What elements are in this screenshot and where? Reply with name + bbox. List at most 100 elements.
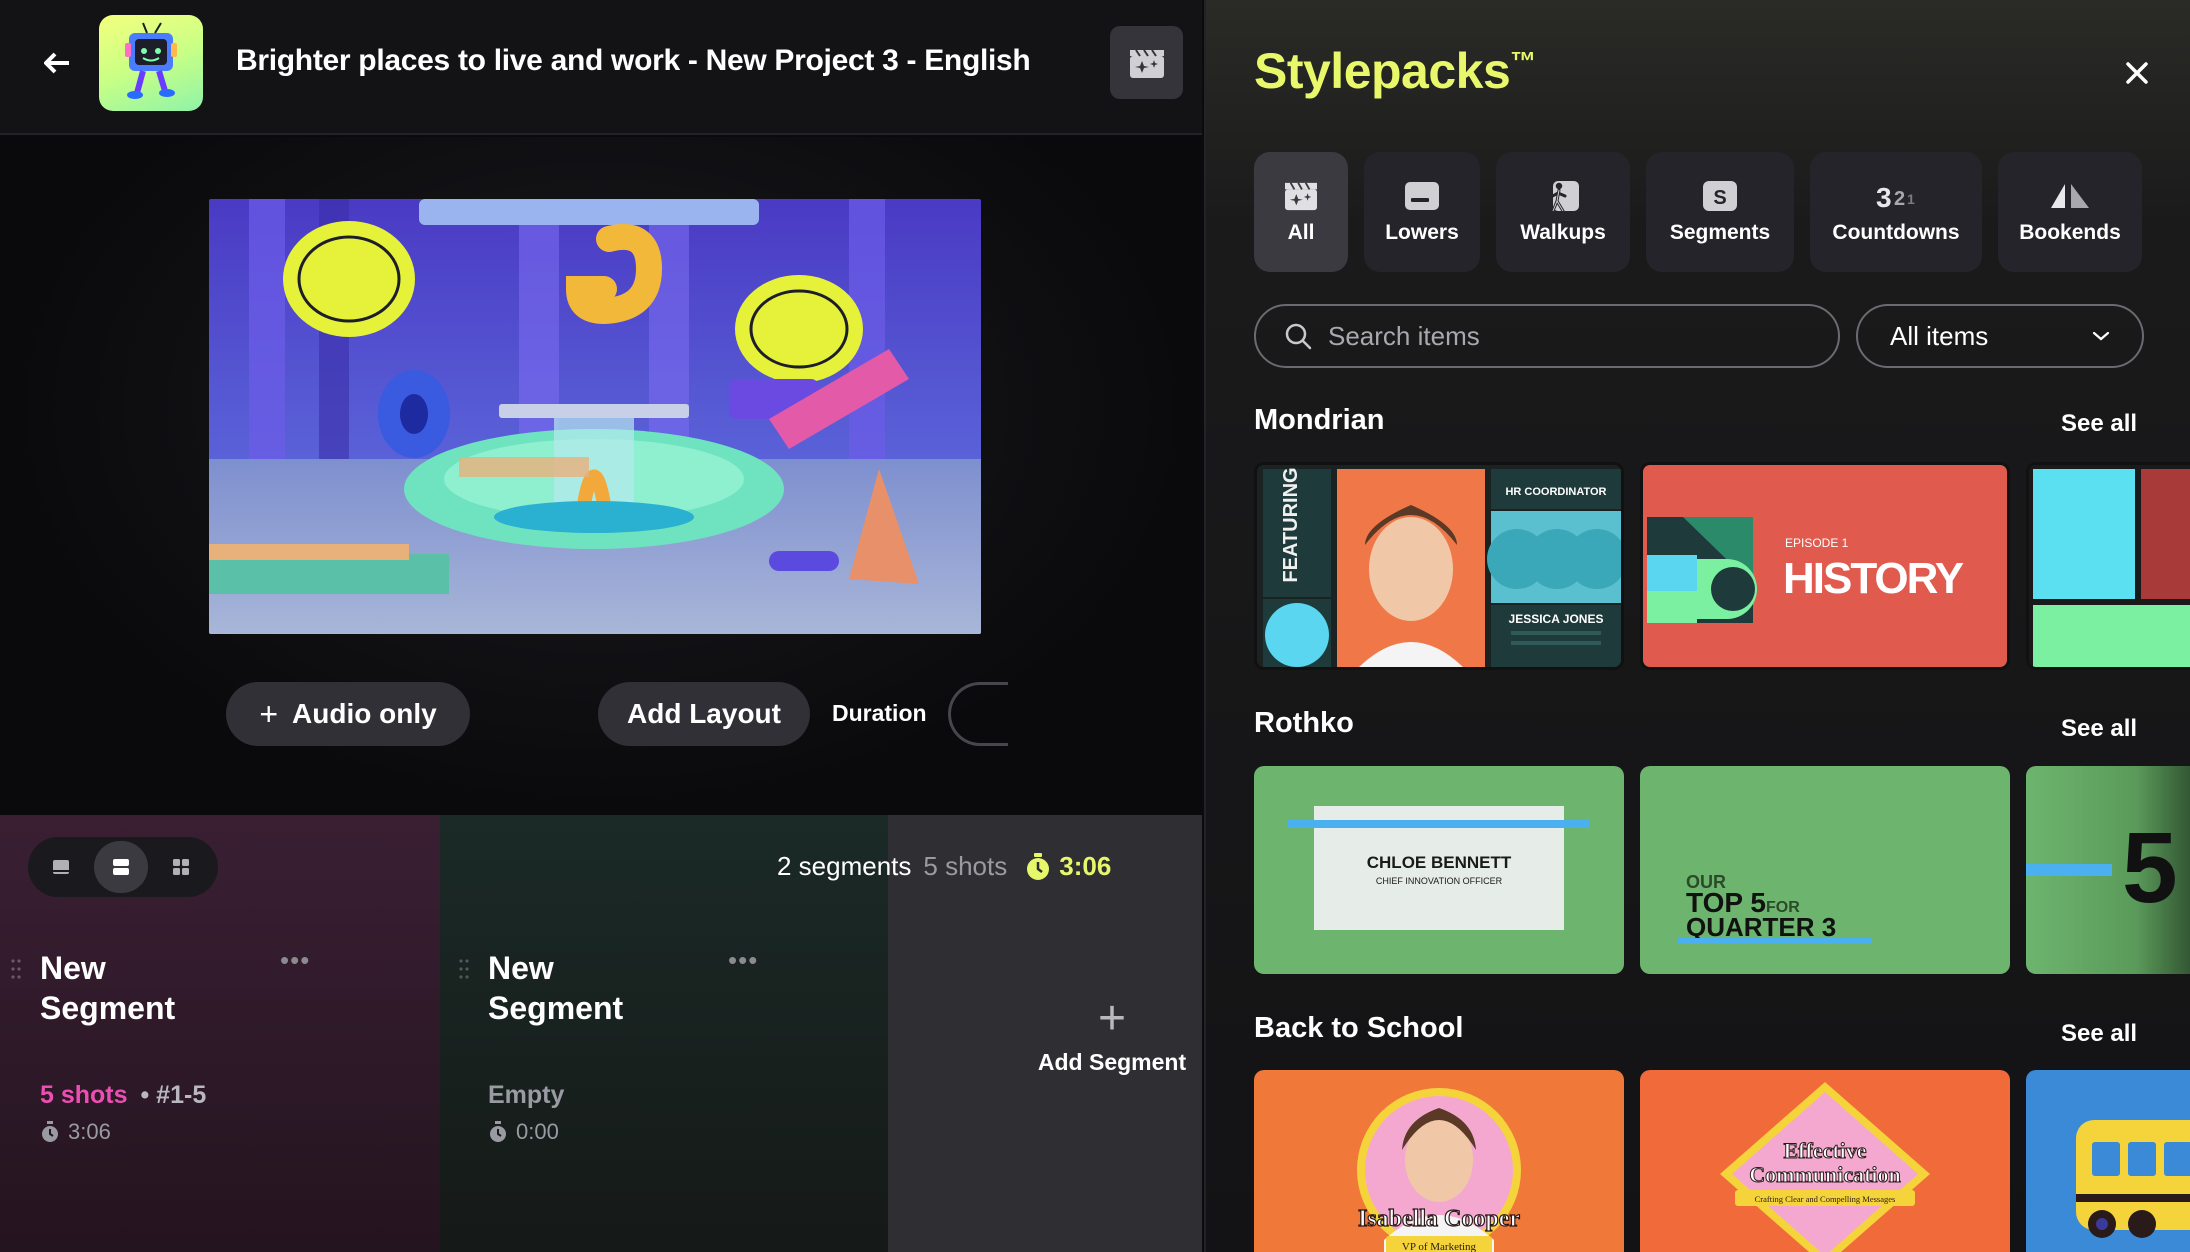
segment-shots-info: 5 shots • #1-5 (40, 1081, 206, 1110)
segments-strip: 2 segments 5 shots 3:06 New Segment ••• … (0, 815, 1202, 1252)
bookends-icon (2051, 184, 2089, 208)
segment-duration: 0:00 (488, 1119, 559, 1145)
stacked-view-icon (113, 859, 129, 875)
mondrian-card-art: FEATURING HR COORDINATOR JESSICA JONES (1257, 465, 1621, 667)
duration-control[interactable] (948, 682, 1008, 746)
stylepacks-toggle-button[interactable] (1110, 26, 1183, 99)
items-filter-select[interactable]: All items (1856, 304, 2144, 368)
tab-bookends[interactable]: Bookends (1998, 152, 2142, 272)
segment-duration-value: 3:06 (68, 1119, 111, 1144)
plus-icon: + (259, 695, 279, 732)
stylepack-card-rothko-1[interactable]: CHLOE BENNETT CHIEF INNOVATION OFFICER (1254, 766, 1624, 974)
audio-only-button[interactable]: + Audio only (226, 682, 470, 746)
card-text-name: Isabella Cooper (1358, 1206, 1520, 1232)
total-duration: 3:06 (1059, 851, 1112, 881)
countdown-321-icon: 321 (1876, 182, 1915, 211)
card-text-quarter: QUARTER 3 (1686, 912, 1836, 942)
add-segment-button[interactable]: + Add Segment (1030, 995, 1194, 1076)
segment-shots-count: 5 shots (40, 1081, 128, 1109)
segments-count: 2 segments (777, 851, 912, 881)
card-text-featuring: FEATURING (1280, 467, 1302, 582)
tab-countdowns[interactable]: 321 Countdowns (1810, 152, 1982, 272)
view-single-button[interactable] (34, 841, 88, 893)
video-preview[interactable] (209, 199, 981, 634)
segment-shot-range: • #1-5 (140, 1081, 207, 1109)
card-text-subtitle: Crafting Clear and Compelling Messages (1755, 1194, 1896, 1204)
grid-view-icon (173, 859, 189, 875)
segment-shots-count: Empty (488, 1081, 565, 1109)
group-title: Mondrian (1254, 404, 1385, 436)
card-text-title2: Communication (1749, 1162, 1901, 1187)
stylepack-card-school-2[interactable]: Effective Communication Crafting Clear a… (1640, 1070, 2010, 1252)
stylepack-card-mondrian-3[interactable] (2026, 462, 2190, 670)
clapperboard-sparkle-icon (1129, 48, 1164, 78)
segment-title: New Segment (40, 950, 176, 1026)
segment-duration-value: 0:00 (516, 1119, 559, 1144)
stylepack-card-school-1[interactable]: Isabella Cooper VP of Marketing (1254, 1070, 1624, 1252)
preview-stage: + Audio only Add Layout Duration (0, 137, 1202, 815)
group-title: Rothko (1254, 707, 1354, 739)
school-diamond-art: Effective Communication Crafting Clear a… (1640, 1070, 2010, 1252)
card-text-name: JESSICA JONES (1509, 612, 1604, 626)
tab-all[interactable]: All (1254, 152, 1348, 272)
clapperboard-sparkle-icon (1285, 182, 1317, 211)
rothko-countdown-art: 5 (2026, 766, 2190, 974)
stylepack-card-mondrian-2[interactable]: EPISODE 1 HISTORY (1640, 462, 2010, 670)
tab-label: Segments (1669, 221, 1771, 244)
audio-only-label: Audio only (292, 698, 437, 729)
svg-text:2: 2 (1894, 188, 1905, 210)
panel-title-text: Stylepacks (1254, 43, 1511, 99)
card-text-role: VP of Marketing (1402, 1241, 1477, 1252)
stylepack-card-rothko-3[interactable]: 5 (2026, 766, 2190, 974)
walking-person-icon (1549, 181, 1579, 213)
stylepack-card-mondrian-1[interactable]: FEATURING HR COORDINATOR JESSICA JONES (1254, 462, 1624, 670)
svg-text:S: S (1713, 187, 1726, 209)
segments-summary: 2 segments 5 shots 3:06 (777, 851, 1111, 882)
stopwatch-icon (42, 1121, 58, 1142)
tab-walkups[interactable]: Walkups (1496, 152, 1630, 272)
stopwatch-icon (1027, 852, 1050, 880)
see-all-link[interactable]: See all (2061, 1020, 2137, 1048)
single-view-icon (53, 860, 69, 874)
stylepack-card-rothko-2[interactable]: OUR TOP 5 FOR QUARTER 3 (1640, 766, 2010, 974)
see-all-link[interactable]: See all (2061, 715, 2137, 743)
school-portrait-art: Isabella Cooper VP of Marketing (1254, 1070, 1624, 1252)
shots-count: 5 shots (923, 851, 1008, 881)
panel-title: Stylepacks™ (1254, 42, 1536, 100)
segment-s-icon: S (1703, 181, 1737, 211)
see-all-link[interactable]: See all (2061, 410, 2137, 438)
tab-label: Lowers (1385, 221, 1459, 244)
rothko-name-card-art: CHLOE BENNETT CHIEF INNOVATION OFFICER (1254, 766, 1624, 974)
add-layout-button[interactable]: Add Layout (598, 682, 810, 746)
mondrian-history-art: EPISODE 1 HISTORY (1643, 465, 2007, 667)
tab-lowers[interactable]: Lowers (1364, 152, 1480, 272)
tab-label: Walkups (1520, 221, 1606, 244)
stopwatch-icon (490, 1121, 506, 1142)
tab-label: Bookends (2019, 221, 2121, 244)
drag-handle-icon[interactable] (10, 957, 22, 981)
drag-handle-icon[interactable] (458, 957, 470, 981)
tab-label: Countdowns (1832, 221, 1960, 244)
project-thumbnail[interactable] (99, 15, 203, 111)
app-root: Brighter places to live and work - New P… (0, 0, 2190, 1252)
tv-mascot-icon (125, 22, 177, 99)
tab-segments[interactable]: S Segments (1646, 152, 1794, 272)
add-segment-label: Add Segment (1037, 1049, 1187, 1075)
view-grid-button[interactable] (154, 841, 208, 893)
segment-more-button[interactable]: ••• (280, 945, 310, 976)
filter-selected-value: All items (1890, 320, 1989, 351)
card-text-digit: 5 (2122, 812, 2178, 924)
chevron-down-icon (2092, 331, 2110, 341)
close-icon[interactable] (2122, 58, 2152, 88)
card-text-history: HISTORY (1783, 554, 1964, 603)
mondrian-color-blocks-art (2029, 465, 2190, 667)
search-input[interactable] (1328, 320, 1808, 352)
view-stacked-button[interactable] (94, 841, 148, 893)
segment-more-button[interactable]: ••• (728, 945, 758, 976)
stylepacks-panel: Stylepacks™ All Lowers Walkups S Segment… (1204, 0, 2190, 1252)
search-icon (1285, 323, 1312, 350)
arrow-left-icon (44, 52, 69, 74)
back-button[interactable] (40, 46, 74, 80)
stylepack-card-school-3[interactable] (2026, 1070, 2190, 1252)
segment-shots-info: Empty (488, 1081, 564, 1110)
